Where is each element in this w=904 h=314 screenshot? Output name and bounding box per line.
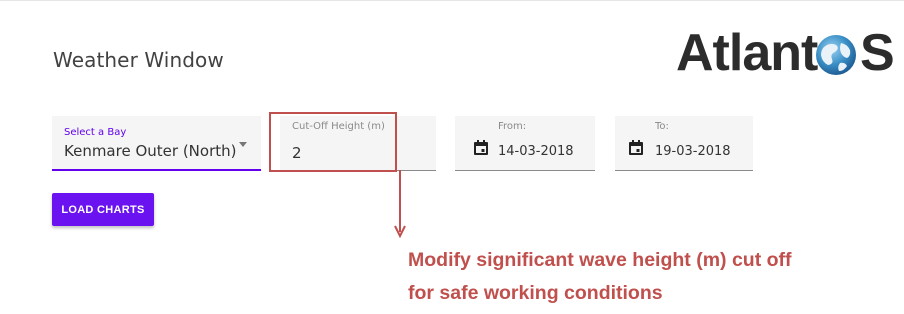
annotation-line-1: Modify significant wave height (m) cut o… (408, 249, 792, 271)
logo-text-end: S (860, 24, 895, 82)
annotation-line-2: for safe working conditions (408, 282, 663, 304)
globe-icon (816, 35, 856, 75)
page-title: Weather Window (53, 48, 224, 72)
bay-select-value: Kenmare Outer (North) (64, 142, 237, 160)
bay-select[interactable]: Select a Bay Kenmare Outer (North) (52, 116, 261, 171)
highlight-box (269, 112, 397, 172)
annotation-callout: Modify significant wave height (m) cut o… (408, 244, 888, 310)
to-date-field[interactable]: To: 19-03-2018 (615, 116, 753, 171)
bay-select-label: Select a Bay (64, 127, 127, 138)
brand-logo: Atlant S (676, 20, 904, 90)
logo-text: Atlant (676, 24, 818, 82)
to-date-value: 19-03-2018 (655, 144, 731, 159)
load-charts-button[interactable]: LOAD CHARTS (52, 193, 154, 226)
calendar-icon[interactable] (473, 140, 489, 156)
calendar-icon[interactable] (628, 140, 644, 156)
from-date-label: From: (498, 121, 527, 132)
from-date-value: 14-03-2018 (498, 144, 574, 159)
from-date-field[interactable]: From: 14-03-2018 (455, 116, 595, 171)
chevron-down-icon[interactable] (239, 142, 247, 147)
top-divider (0, 0, 904, 1)
to-date-label: To: (655, 121, 669, 132)
arrow-down-icon (394, 170, 406, 239)
